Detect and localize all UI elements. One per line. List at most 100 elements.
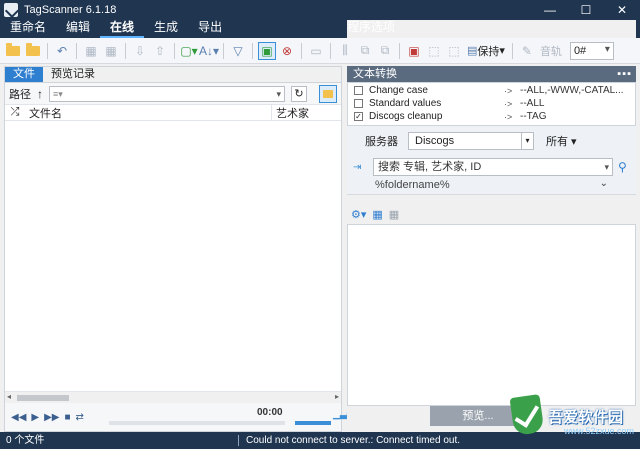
list-item[interactable]: Standard values ·> --ALL [348,97,635,110]
menu-bar: 重命名 编辑 在线 生成 导出 程序选项 [0,20,640,386]
chevron-down-icon[interactable]: ▾ [276,87,281,101]
checkbox[interactable] [354,99,363,108]
list-item[interactable]: Change case ·> --ALL,-WWW,-CATAL... [348,84,635,97]
undo-button[interactable]: ↶ [53,42,71,60]
more-options-icon[interactable]: ▪▪▪ [617,66,632,82]
minimize-button[interactable]: — [532,0,568,20]
clear-tag-icon: ⊗ [281,43,293,58]
menu-rename[interactable]: 重命名 [0,20,56,38]
seek-bar[interactable] [109,421,285,425]
refresh-button[interactable]: ↻ [291,85,307,102]
toolbar-separator [223,42,224,59]
server-value: Discogs [415,135,455,147]
copy-icon: ⧉ [360,43,370,57]
server-label: 服务器 [365,136,398,148]
menu-export[interactable]: 导出 [188,20,232,38]
keep-label: 保持 [477,45,500,58]
scroll-right-icon[interactable]: ▸ [335,392,339,401]
folder-open-icon [6,42,20,56]
image-import-icon: ⬚ [428,43,440,58]
search-mode-icon[interactable]: ⇥ [353,162,367,173]
all-filter-dropdown[interactable]: 所有 ▾ [546,133,577,149]
tab-files[interactable]: 文件 [5,67,43,82]
copy-button[interactable]: ⧉ [356,42,374,60]
path-input[interactable]: ≡▾ ▾ [49,85,285,102]
server-select[interactable]: Discogs ▾ [408,132,534,150]
divider [347,194,636,204]
list-view-icon[interactable]: ▦ [389,208,399,221]
column-artist[interactable]: 艺术家 [271,104,309,121]
track-number-input[interactable]: 0# [569,41,614,60]
cover-art-icon: ▣ [408,43,420,58]
arrow-up-icon: ⇧ [154,43,166,58]
server-row: 服务器 Discogs ▾ 所有 ▾ [347,126,636,156]
volume-slider[interactable] [295,421,331,425]
shuffle-icon[interactable]: ⤮ [5,106,25,119]
scroll-left-icon[interactable]: ◂ [7,392,11,401]
horizontal-scrollbar[interactable]: ◂ ▸ [5,391,341,403]
fast-forward-icon[interactable]: ▶▶ [44,412,59,423]
text-transform-title: 文本转换 [353,68,397,80]
folder-add-icon [26,42,40,56]
list-item[interactable]: ✓ Discogs cleanup ·> --TAG [348,110,635,123]
move-up-button[interactable]: ⇧ [151,42,169,60]
grid-view-icon[interactable]: ▦ [372,208,382,221]
clear-button[interactable]: ⊗ [278,42,296,60]
tag-edit-button[interactable]: ✎ [518,42,536,60]
stop-icon[interactable]: ■ [64,412,70,423]
repeat-icon[interactable]: ⇄ [76,412,84,423]
rewind-icon[interactable]: ◀◀ [11,412,26,423]
folder-tree-button[interactable] [319,84,337,103]
search-icon[interactable]: ⚲ [618,160,627,174]
columns-icon: ⫼ [342,43,348,57]
menu-edit[interactable]: 编辑 [56,20,100,38]
settings-gear-icon[interactable]: ⚙▾ [351,208,366,221]
open-folder-button[interactable] [4,42,22,60]
chevron-down-icon[interactable]: ▾ [521,133,533,149]
file-panel: 文件 预览记录 路径 ↑ ≡▾ ▾ ↻ ⤮ 文件名 艺术家 ◂ ▸ ◀◀ ▶ ▶▶… [4,66,354,432]
file-list-header: ⤮ 文件名 艺术家 [5,104,341,121]
toolbar-separator [399,42,400,59]
up-arrow-icon[interactable]: ↑ [37,87,43,101]
path-row: 路径 ↑ ≡▾ ▾ ↻ [5,83,341,105]
sort-button[interactable]: A↓▾ [199,42,219,60]
export-cover-button[interactable]: ⬚ [445,42,463,60]
select-all-button[interactable]: ▦ [82,42,100,60]
file-panel-tabs: 文件 预览记录 [5,67,341,83]
import-cover-button[interactable]: ⬚ [425,42,443,60]
select-none-button[interactable]: ▦ [102,42,120,60]
checkbox[interactable] [354,86,363,95]
scrollbar-thumb[interactable] [17,395,69,401]
columns-button[interactable]: ⫼ [336,42,354,60]
tag-icon: ✎ [521,43,532,58]
filter-button[interactable]: ▽ [229,42,247,60]
menu-online[interactable]: 在线 [100,20,145,38]
menu-generate[interactable]: 生成 [144,20,188,38]
save-button[interactable]: ▭ [307,42,325,60]
online-panel: 文本转换 ▪▪▪ Change case ·> --ALL,-WWW,-CATA… [347,66,636,432]
chevron-down-icon[interactable]: ⌄ [600,178,608,189]
grid-empty-icon: ▦ [105,43,117,58]
window-title: TagScanner 6.1.18 [24,4,117,16]
play-icon[interactable]: ▶ [31,412,39,423]
column-filename[interactable]: 文件名 [25,105,271,121]
undo-icon: ↶ [56,43,68,58]
close-button[interactable]: ✕ [604,0,640,20]
checkbox-checked[interactable]: ✓ [354,112,363,121]
transform-name: Change case [369,85,428,96]
maximize-button[interactable]: ☐ [568,0,604,20]
folder-pattern-row[interactable]: %foldername% ⌄ [347,178,636,194]
cover-button[interactable]: ▣ [405,42,423,60]
search-input[interactable]: 搜索 专辑, 艺术家, ID ▾ [373,158,613,176]
preview-tree-button[interactable]: ▣ [258,41,276,60]
select-mode-button[interactable]: ▢▾ [180,42,198,60]
keep-button[interactable]: ▤ 保持 ▾ [465,42,507,60]
chevron-down-icon[interactable]: ▾ [604,159,609,175]
toolbar-separator [174,42,175,59]
paste-button[interactable]: ⧉ [376,42,394,60]
tab-preview-log[interactable]: 预览记录 [43,67,103,82]
move-down-button[interactable]: ⇩ [131,42,149,60]
toolbar-separator [330,42,331,59]
shield-logo-icon [509,394,545,436]
add-folder-button[interactable] [24,42,42,60]
